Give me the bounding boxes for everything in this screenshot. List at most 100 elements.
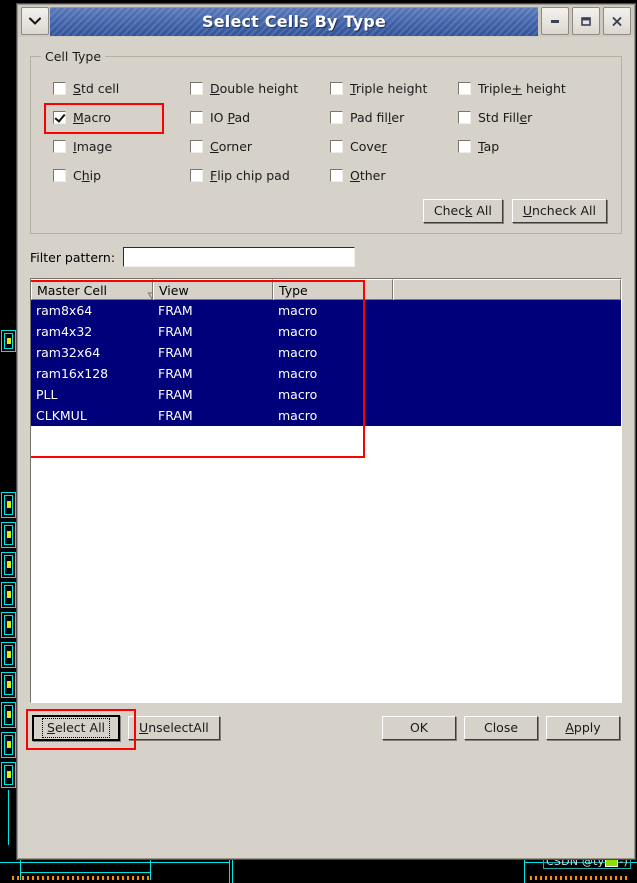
checkbox-macro[interactable]: Macro (44, 103, 190, 134)
minimize-button[interactable] (541, 7, 569, 35)
close-icon (611, 16, 623, 27)
checkbox-label: Triple height (350, 81, 428, 96)
ok-button[interactable]: OK (382, 716, 456, 740)
window-title: Select Cells By Type (201, 12, 386, 31)
checkbox-label: Flip chip pad (210, 168, 290, 183)
select-all-button[interactable]: Select All (32, 715, 121, 741)
cell-type: macro (278, 408, 318, 423)
unselect-all-button[interactable]: UnselectAll (128, 716, 220, 740)
checkbox-std-filler[interactable]: Std Filler (458, 110, 609, 125)
window-titlebar: Select Cells By Type (18, 5, 634, 37)
master-cell-table[interactable]: Master Cell View Type ram8x64 FRAM macro… (30, 278, 622, 703)
layout-wire (0, 862, 230, 863)
maximize-button[interactable] (572, 7, 600, 35)
column-header-label: View (159, 283, 189, 298)
checkbox-box[interactable] (330, 82, 343, 95)
checkbox-image[interactable]: Image (53, 139, 190, 154)
checkbox-triple-plus-height[interactable]: Triple+ height (458, 81, 609, 96)
select-all-wrapper: Select All (26, 709, 136, 750)
filter-label: Filter pattern: (30, 249, 116, 265)
checkbox-box[interactable] (53, 82, 66, 95)
window-menu-button[interactable] (21, 7, 49, 35)
cell-master-cell: CLKMUL (36, 408, 87, 423)
checkbox-box[interactable] (458, 111, 471, 124)
checkbox-label: Chip (73, 168, 102, 183)
layout-cell (1, 522, 16, 548)
table-row[interactable]: ram8x64 FRAM macro (31, 300, 621, 321)
layout-wire (229, 856, 230, 883)
cell-type: macro (278, 303, 318, 318)
checkbox-box[interactable] (190, 111, 203, 124)
cell-master-cell: ram32x64 (36, 345, 101, 360)
check-all-button[interactable]: Check All (422, 199, 503, 223)
column-header-label: Type (279, 283, 308, 298)
table-row[interactable]: CLKMUL FRAM macro (31, 405, 621, 426)
dialog-client-area: Cell Type Std cell Double height Triple … (18, 37, 634, 858)
checkbox-io-pad[interactable]: IO Pad (190, 110, 330, 125)
checkbox-double-height[interactable]: Double height (190, 81, 330, 96)
cell-view: FRAM (158, 303, 193, 318)
layout-cell (1, 330, 16, 352)
checkbox-tap[interactable]: Tap (458, 139, 609, 154)
checkbox-label: IO Pad (210, 110, 251, 125)
checkbox-label: Macro (73, 110, 111, 125)
table-row[interactable]: ram4x32 FRAM macro (31, 321, 621, 342)
checkbox-cover[interactable]: Cover (330, 139, 458, 154)
checkbox-std-cell[interactable]: Std cell (53, 81, 190, 96)
layout-cell (1, 642, 16, 668)
close-button[interactable] (603, 7, 631, 35)
checkbox-box[interactable] (190, 140, 203, 153)
cell-view: FRAM (158, 387, 193, 402)
cell-view: FRAM (158, 366, 193, 381)
cell-type: macro (278, 345, 318, 360)
checkbox-box[interactable] (53, 140, 66, 153)
uncheck-all-button[interactable]: Uncheck All (511, 199, 607, 223)
layout-wire (8, 790, 9, 845)
checkbox-chip[interactable]: Chip (53, 168, 190, 183)
cell-view: FRAM (158, 324, 193, 339)
checkbox-label: Image (73, 139, 113, 154)
checkbox-other[interactable]: Other (330, 168, 458, 183)
table-row[interactable]: PLL FRAM macro (31, 384, 621, 405)
cell-type-group-title: Cell Type (41, 49, 106, 64)
checkbox-box[interactable] (190, 169, 203, 182)
layout-cell (1, 582, 16, 608)
checkbox-box[interactable] (458, 140, 471, 153)
column-header-type[interactable]: Type (273, 279, 393, 300)
checkbox-corner[interactable]: Corner (190, 139, 330, 154)
cell-view: FRAM (158, 408, 193, 423)
checkbox-label: Corner (210, 139, 253, 154)
apply-button[interactable]: Apply (546, 716, 620, 740)
table-header-row: Master Cell View Type (31, 279, 621, 300)
table-row[interactable]: ram32x64 FRAM macro (31, 342, 621, 363)
layout-wire (20, 872, 150, 873)
checkbox-triple-height[interactable]: Triple height (330, 81, 458, 96)
column-header-label: Master Cell (37, 283, 108, 298)
checkbox-box[interactable] (190, 82, 203, 95)
cell-type: macro (278, 366, 318, 381)
checkbox-box[interactable] (53, 169, 66, 182)
dialog-footer: Select All UnselectAll OK Close Apply (26, 709, 622, 750)
chevron-down-icon (29, 17, 41, 25)
maximize-icon (580, 16, 592, 27)
checkbox-flip-chip-pad[interactable]: Flip chip pad (190, 168, 330, 183)
select-cells-by-type-dialog: Select Cells By Type Cell Type Std cell … (17, 4, 635, 859)
filter-input[interactable] (123, 247, 356, 267)
column-header-master-cell[interactable]: Master Cell (31, 279, 153, 300)
checkbox-pad-filler[interactable]: Pad filler (330, 110, 458, 125)
filter-row: Filter pattern: (30, 247, 622, 267)
checkbox-box[interactable] (458, 82, 471, 95)
checkbox-box[interactable] (330, 111, 343, 124)
table-row[interactable]: ram16x128 FRAM macro (31, 363, 621, 384)
checkbox-box[interactable] (53, 111, 66, 124)
layout-cell (1, 492, 16, 518)
checkbox-box[interactable] (330, 140, 343, 153)
column-header-view[interactable]: View (153, 279, 273, 300)
checkbox-box[interactable] (330, 169, 343, 182)
column-header-blank[interactable] (393, 279, 621, 300)
close-dialog-button[interactable]: Close (464, 716, 538, 740)
checkbox-label: Pad filler (350, 110, 405, 125)
layout-cell (1, 702, 16, 728)
layout-pin-row (12, 876, 152, 880)
checkbox-label: Tap (478, 139, 500, 154)
